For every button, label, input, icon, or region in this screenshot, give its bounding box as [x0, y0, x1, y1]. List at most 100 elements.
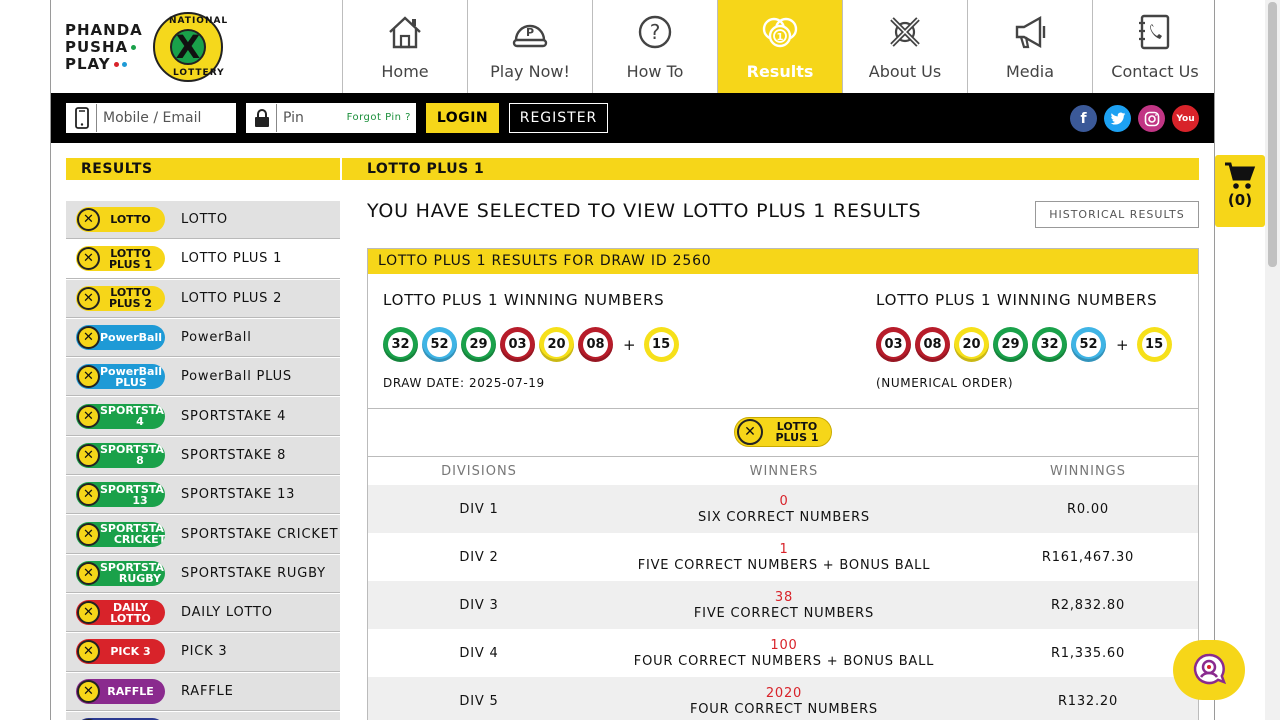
table-row: DIV 1 0 SIX CORRECT NUMBERS R0.00 [368, 485, 1198, 533]
winning-numbers-sorted-title: LOTTO PLUS 1 WINNING NUMBERS [876, 291, 1158, 309]
game-name: PowerBall [181, 330, 252, 346]
pin-field[interactable]: Pin Forgot Pin ? [246, 103, 416, 133]
table-row: DIV 2 1 FIVE CORRECT NUMBERS + BONUS BALL R… [368, 533, 1198, 581]
results-panel: LOTTO PLUS 1 RESULTS FOR DRAW ID 2560 LO… [367, 248, 1199, 720]
mobile-email-field[interactable]: Mobile / Email [66, 103, 236, 133]
plus-sign: + [623, 335, 636, 354]
lotto-ball: 20 [539, 327, 574, 362]
sidebar-item-lotto[interactable]: ✕ LOTTO LOTTO [66, 200, 340, 240]
lotto-ball: 52 [1071, 327, 1106, 362]
youtube-icon[interactable]: You [1172, 105, 1199, 132]
phone-book-icon [1136, 14, 1174, 54]
home-icon [386, 14, 424, 54]
game-name: LOTTO [181, 212, 228, 228]
brand-tagline[interactable]: PHANDA PUSHA PLAY [65, 22, 143, 73]
sidebar-title: RESULTS [66, 158, 340, 180]
twitter-icon[interactable] [1104, 105, 1131, 132]
nav-contact-us[interactable]: Contact Us [1092, 0, 1214, 93]
cart-button[interactable]: (0) [1215, 155, 1265, 227]
division-description: FOUR CORRECT NUMBERS + BONUS BALL [633, 653, 935, 669]
forgot-pin-link[interactable]: Forgot Pin ? [347, 112, 411, 123]
game-logo: ✕ LOTTO PLUS 1 [76, 246, 165, 272]
winners-cell: 0 SIX CORRECT NUMBERS [590, 485, 978, 533]
game-name: PICK 3 [181, 644, 228, 660]
page-container: PHANDA PUSHA PLAY NATIONAL X LOTTERY Hom… [50, 0, 1215, 720]
game-logo: ✕ LOTTO [76, 207, 165, 233]
chat-widget-button[interactable] [1173, 640, 1245, 700]
winners-count: 38 [774, 589, 794, 605]
nav-home[interactable]: Home [342, 0, 467, 93]
cart-icon [1225, 162, 1256, 189]
division-cell: DIV 2 [459, 549, 499, 565]
sidebar-item-lotto-plus-2[interactable]: ✕ LOTTO PLUS 2 LOTTO PLUS 2 [66, 278, 340, 318]
table-row: DIV 4 100 FOUR CORRECT NUMBERS + BONUS BAL… [368, 629, 1198, 677]
winners-count: 1 [779, 541, 789, 557]
sidebar-item-raffle[interactable]: ✕ RAFFLE RAFFLE [66, 671, 340, 711]
cart-count: (0) [1227, 191, 1253, 209]
bonus-ball: 15 [643, 327, 679, 362]
game-logo: ✕SPORTSTAKE 8 [76, 442, 165, 468]
winners-cell: 1 FIVE CORRECT NUMBERS + BONUS BALL [590, 533, 978, 581]
brand-line-1: PHANDA [65, 21, 143, 39]
sidebar-item-sportstake-13[interactable]: ✕SPORTSTAKE 13 SPORTSTAKE 13 [66, 475, 340, 515]
col-winnings: WINNINGS [1049, 463, 1127, 479]
nav-media[interactable]: Media [967, 0, 1092, 93]
nav-play-now[interactable]: P Play Now! [467, 0, 592, 93]
sidebar-item-sportstake-8[interactable]: ✕SPORTSTAKE 8 SPORTSTAKE 8 [66, 435, 340, 476]
sidebar-item-powerball-plus[interactable]: ✕ PowerBall PLUS PowerBall PLUS [66, 357, 340, 397]
sidebar-item-lotto-plus-1[interactable]: ✕ LOTTO PLUS 1 LOTTO PLUS 1 [66, 239, 340, 279]
page-scrollbar[interactable] [1265, 0, 1280, 720]
lotto-ball: 03 [500, 327, 535, 362]
main-header: LOTTO PLUS 1 [342, 158, 1199, 180]
sidebar-item-sportstake-rugby[interactable]: ✕SPORTSTAKE RUGBY SPORTSTAKE RUGBY [66, 553, 340, 593]
nav-how-to[interactable]: ? How To [592, 0, 717, 93]
lotto-ball: 29 [993, 327, 1028, 362]
division-description: SIX CORRECT NUMBERS [698, 509, 870, 525]
about-logo-icon [886, 14, 924, 54]
game-logo: ✕ PowerBall [76, 325, 165, 351]
lotto-ball: 52 [422, 327, 457, 362]
sorted-balls: 03 08 20 29 32 52 +15 [876, 327, 1176, 362]
game-name: DAILY LOTTO [181, 605, 273, 621]
game-name: PowerBall PLUS [181, 369, 292, 385]
mobile-phone-icon [67, 104, 97, 132]
sidebar-item-sportstake-cricket[interactable]: ✕SPORTSTAKE CRICKET SPORTSTAKE CRICKET [66, 514, 340, 554]
megaphone-icon [1011, 14, 1049, 54]
divisions-table-header: DIVISIONS WINNERS WINNINGS [368, 457, 1198, 485]
historical-results-button[interactable]: HISTORICAL RESULTS [1035, 201, 1199, 228]
winning-numbers-title: LOTTO PLUS 1 WINNING NUMBERS [383, 291, 665, 309]
game-logo: ✕SPORTSTAKE 13 [76, 482, 165, 508]
sidebar-item-daily-lotto[interactable]: ✕ DAILY LOTTO DAILY LOTTO [66, 592, 340, 633]
sidebar-item-pick-3[interactable]: ✕ PICK 3 PICK 3 [66, 632, 340, 672]
winnings-cell: R0.00 [1067, 501, 1109, 517]
national-lottery-logo[interactable]: NATIONAL X LOTTERY [153, 12, 227, 82]
facebook-icon[interactable]: f [1070, 105, 1097, 132]
lotto-ball: 20 [954, 327, 989, 362]
instagram-icon[interactable] [1138, 105, 1165, 132]
register-button[interactable]: REGISTER [509, 103, 608, 133]
game-logo: ✕SPORTSTAKE CRICKET [76, 521, 165, 547]
lotto-ball: 08 [578, 327, 613, 362]
logo-bottom-text: LOTTERY [173, 68, 225, 78]
winners-cell: 100 FOUR CORRECT NUMBERS + BONUS BALL [590, 629, 978, 677]
winners-cell: 2020 FOUR CORRECT NUMBERS [590, 677, 978, 720]
sidebar-item-sportstake-4[interactable]: ✕SPORTSTAKE 4 SPORTSTAKE 4 [66, 396, 340, 436]
lotto-ball: 03 [876, 327, 911, 362]
results-game-list: ✕ LOTTO LOTTO ✕ LOTTO PLUS 1 LOTTO PLUS 1 ✕ LOT… [66, 200, 340, 720]
game-logo: ✕SPORTSTAKE RUGBY [76, 560, 165, 586]
login-button[interactable]: LOGIN [426, 103, 499, 133]
lotto-plus-1-logo: ✕ LOTTO PLUS 1 [734, 417, 832, 447]
sidebar-item-powerball[interactable]: ✕ PowerBall PowerBall [66, 317, 340, 358]
nav-results[interactable]: 1 Results [717, 0, 842, 93]
scrollbar-thumb[interactable] [1268, 2, 1277, 267]
winnings-cell: R132.20 [1057, 693, 1119, 709]
nav-about-us[interactable]: About Us [842, 0, 967, 93]
nav-label: Media [1005, 62, 1055, 81]
winners-count: 0 [779, 493, 789, 509]
numerical-order-note: (NUMERICAL ORDER) [876, 376, 1014, 390]
sidebar-item-more[interactable]: ✕ [66, 710, 340, 720]
draw-date: DRAW DATE: 2025-07-19 [383, 376, 545, 390]
question-icon: ? [636, 14, 674, 54]
winners-count: 100 [770, 637, 798, 653]
winnings-cell: R161,467.30 [1041, 549, 1135, 565]
